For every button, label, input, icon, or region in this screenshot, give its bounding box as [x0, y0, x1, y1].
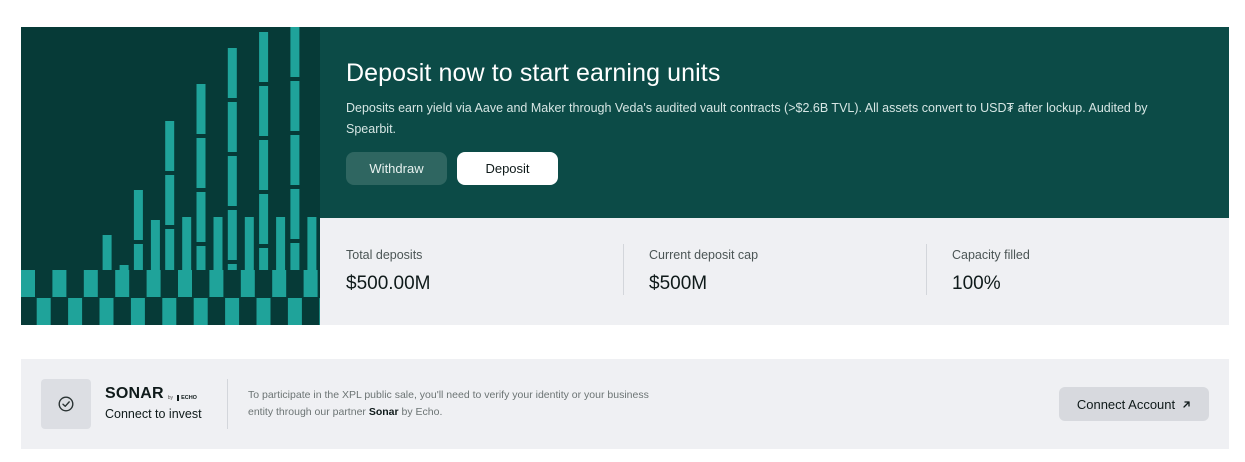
sonar-by-label: by: [167, 395, 174, 401]
sonar-text-before: To participate in the XPL public sale, y…: [248, 389, 649, 418]
pattern-check: [287, 298, 302, 325]
pattern-bar: [259, 140, 269, 190]
stat-value: $500M: [649, 273, 708, 294]
hero-content: Deposit now to start earning units Depos…: [320, 27, 1229, 218]
stat-label: Total deposits: [346, 248, 423, 262]
pattern-check: [303, 270, 318, 297]
pattern-check: [193, 298, 208, 325]
sonar-text-after: by Echo.: [398, 406, 443, 418]
pattern-bar: [165, 175, 175, 225]
pattern-bar: [227, 264, 237, 270]
sonar-logo: SONAR: [105, 385, 164, 402]
pattern-bar: [244, 217, 254, 270]
pattern-bar: [213, 217, 223, 270]
pattern-bar: [290, 189, 300, 239]
stat-value: $500.00M: [346, 273, 431, 294]
hero-description: Deposits earn yield via Aave and Maker t…: [346, 101, 1148, 136]
pattern-check: [209, 270, 224, 297]
sonar-brand: SONAR by ECHO Connect to invest: [105, 383, 202, 422]
pattern-bar: [196, 138, 206, 188]
pattern-bar: [227, 156, 237, 206]
deposit-button[interactable]: Deposit: [457, 152, 558, 185]
sonar-partner: Sonar: [368, 406, 399, 418]
pattern-bar: [307, 217, 317, 270]
connect-account-button[interactable]: Connect Account: [1059, 387, 1209, 421]
pattern-bar: [259, 86, 269, 136]
pattern-check: [130, 298, 145, 325]
check-circle-icon: [58, 396, 74, 412]
echo-logo: ECHO: [177, 393, 197, 403]
pattern-bar: [196, 246, 206, 270]
pattern-check: [225, 298, 240, 325]
pattern-bar: [165, 121, 175, 171]
pattern-check: [115, 270, 130, 297]
pattern-check: [240, 270, 255, 297]
pattern-check: [52, 270, 67, 297]
divider: [227, 379, 228, 429]
stat-label: Current deposit cap: [649, 248, 759, 262]
pattern-bar: [102, 235, 112, 270]
pattern-bar: [119, 265, 129, 270]
pattern-bar: [182, 217, 192, 270]
pattern-bar: [290, 135, 300, 185]
pattern-bar: [259, 194, 269, 244]
hero-actions: Withdraw Deposit: [346, 152, 1229, 185]
sonar-description: To participate in the XPL public sale, y…: [248, 387, 668, 421]
pattern-bar: [259, 248, 269, 270]
pattern-check: [99, 298, 114, 325]
withdraw-button[interactable]: Withdraw: [346, 152, 447, 185]
sonar-tagline: Connect to invest: [105, 407, 202, 421]
pattern-bar: [290, 243, 300, 270]
pattern-bar: [259, 32, 269, 82]
pattern-bar: [150, 220, 160, 270]
hero-bar-pattern: [21, 27, 320, 325]
stat-deposit-cap: Current deposit cap $500M: [623, 244, 926, 325]
stat-value: 100%: [952, 273, 1001, 294]
echo-bar-icon: [177, 395, 180, 401]
arrow-up-right-icon: [1183, 400, 1190, 408]
stat-total-deposits: Total deposits $500.00M: [320, 244, 623, 325]
pattern-check: [178, 270, 192, 297]
pattern-bar: [133, 244, 143, 270]
pattern-check: [83, 270, 98, 297]
echo-label: ECHO: [181, 395, 197, 401]
pattern-bar: [290, 81, 300, 131]
stat-capacity-filled: Capacity filled 100%: [926, 244, 1229, 325]
pattern-bar: [133, 190, 143, 240]
pattern-check: [256, 298, 271, 325]
pattern-bar: [227, 210, 237, 260]
pattern-bar: [276, 217, 286, 270]
pattern-bar: [290, 27, 300, 77]
pattern-bar: [227, 102, 237, 152]
deposit-stats: Total deposits $500.00M Current deposit …: [320, 218, 1229, 325]
pattern-bar: [165, 229, 175, 270]
sonar-badge: [41, 379, 91, 429]
pattern-check: [36, 298, 51, 325]
pattern-check: [68, 298, 83, 325]
pattern-bar: [227, 48, 237, 98]
stat-label: Capacity filled: [952, 248, 1030, 262]
deposit-hero-card: Deposit now to start earning units Depos…: [21, 27, 1229, 325]
bar-pattern-graphic: [21, 27, 320, 325]
connect-account-label: Connect Account: [1076, 396, 1176, 412]
pattern-check: [162, 298, 177, 325]
pattern-check: [146, 270, 161, 297]
pattern-bar: [196, 192, 206, 242]
sonar-logo-row: SONAR by ECHO: [105, 383, 202, 403]
pattern-check: [21, 270, 35, 297]
pattern-bar: [196, 84, 206, 134]
hero-title: Deposit now to start earning units: [346, 59, 721, 87]
sonar-kyc-banner: SONAR by ECHO Connect to invest To parti…: [21, 359, 1229, 449]
pattern-check: [272, 270, 287, 297]
